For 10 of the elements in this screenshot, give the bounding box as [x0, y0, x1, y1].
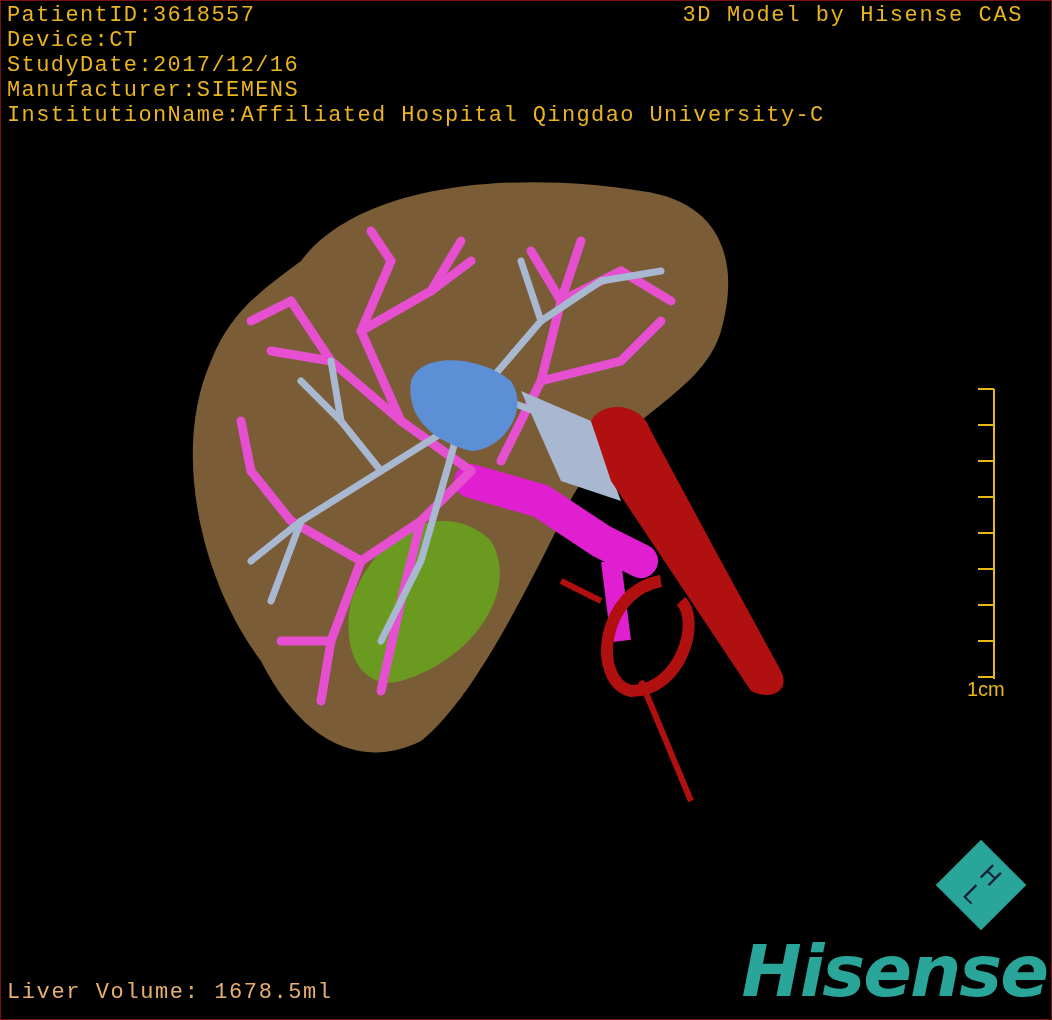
model-credit-text: 3D Model by Hisense CAS: [682, 3, 1023, 28]
patient-info-text: PatientID:3618557: [7, 3, 256, 28]
logo-wordmark: Hisense: [741, 931, 1047, 1011]
liver-volume-text: Liver Volume: 1678.5ml: [7, 980, 333, 1005]
scale-label: 1cm: [967, 678, 1005, 701]
patient-info-text: Device:CT: [7, 28, 139, 53]
patient-info-text: StudyDate:2017/12/16: [7, 53, 300, 78]
patient-info-text: InstitutionName:Affiliated Hospital Qingdao University-C: [7, 103, 825, 128]
logo-icon: H L: [935, 839, 1027, 931]
patient-info-text: Manufacturer:SIEMENS: [7, 78, 300, 103]
